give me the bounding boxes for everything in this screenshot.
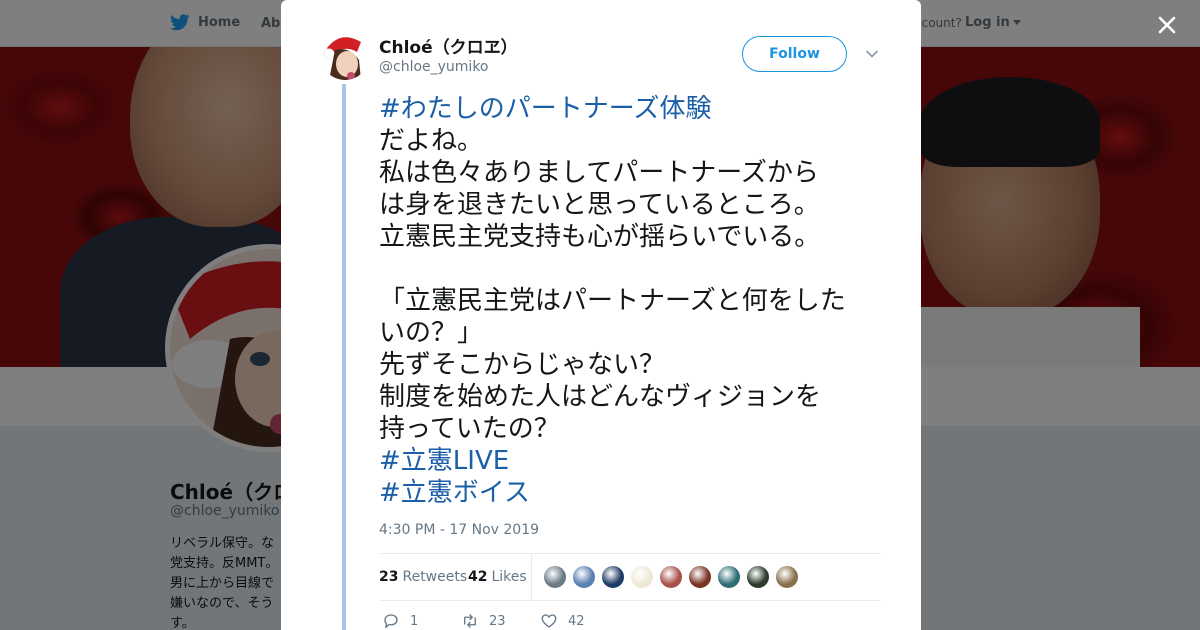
liker-avatar[interactable] — [659, 565, 683, 589]
tweet-actions: 1 23 42 — [379, 612, 779, 630]
liker-avatar[interactable] — [601, 565, 625, 589]
follow-button[interactable]: Follow — [742, 36, 847, 72]
reply-count: 1 — [410, 613, 419, 629]
reply-icon — [384, 614, 398, 629]
heart-icon — [541, 614, 557, 628]
liker-avatar[interactable] — [746, 565, 770, 589]
author-handle[interactable]: @chloe_yumiko — [379, 59, 489, 75]
tweet-text-line: いの？」 — [379, 318, 484, 348]
like-count: 42 — [568, 613, 585, 629]
tweet-text-line: だよね。 — [379, 126, 484, 156]
retweet-icon — [464, 614, 476, 628]
retweets-label: Retweets — [402, 569, 468, 585]
tweet-timestamp[interactable]: 4:30 PM - 17 Nov 2019 — [379, 522, 539, 538]
hashtag-link[interactable]: #立憲LIVE — [379, 445, 899, 477]
liker-avatar[interactable] — [572, 565, 596, 589]
retweet-count: 23 — [489, 613, 506, 629]
author-name[interactable]: Chloé（クロヱ） — [379, 33, 518, 58]
retweets-stat[interactable]: 23 Retweets — [379, 569, 467, 585]
likes-label: Likes — [491, 569, 527, 585]
tweet-text-line: 私は色々ありましてパートナーズから — [379, 158, 819, 188]
like-button[interactable]: 42 — [540, 612, 585, 630]
liker-avatar[interactable] — [717, 565, 741, 589]
tweet-text-line: 持っていたの？ — [379, 414, 560, 444]
hashtag-link[interactable]: #わたしのパートナーズ体験 — [379, 93, 899, 125]
tweet-text-line: 先ずそこからじゃない？ — [379, 350, 666, 380]
tweet-stats: 23 Retweets 42 Likes — [379, 553, 881, 601]
likes-stat[interactable]: 42 Likes — [468, 569, 527, 585]
tweet-menu-button[interactable] — [865, 46, 879, 60]
retweet-button[interactable]: 23 — [461, 612, 506, 630]
tweet-text-line: 「立憲民主党はパートナーズと何をした — [379, 286, 846, 316]
author-avatar-illustration — [321, 32, 369, 80]
liker-avatar[interactable] — [775, 565, 799, 589]
hashtag-link[interactable]: #立憲ボイス — [379, 477, 899, 509]
thread-connector-line — [342, 84, 346, 630]
tweet-text-line: は身を退きたいと思っているところ。 — [379, 190, 820, 220]
likes-count: 42 — [468, 569, 488, 585]
liker-avatar[interactable] — [688, 565, 712, 589]
liker-avatars — [543, 565, 799, 589]
stats-divider — [531, 554, 532, 600]
retweets-count: 23 — [379, 569, 399, 585]
chevron-down-icon — [866, 50, 878, 58]
close-icon — [1158, 16, 1176, 34]
liker-avatar[interactable] — [630, 565, 654, 589]
tweet-text-line: 制度を始めた人はどんなヴィジョンを — [379, 382, 822, 412]
tweet-text: #わたしのパートナーズ体験 だよね。 私は色々ありましてパートナーズから は身を… — [379, 93, 899, 509]
liker-avatar[interactable] — [543, 565, 567, 589]
tweet-text-line: 立憲民主党支持も心が揺らいでいる。 — [379, 222, 821, 252]
close-modal-button[interactable] — [1154, 12, 1180, 38]
reply-button[interactable]: 1 — [382, 612, 418, 630]
author-avatar[interactable] — [321, 32, 369, 80]
tweet-modal: Chloé（クロヱ） @chloe_yumiko Follow #わたしのパート… — [281, 0, 921, 630]
